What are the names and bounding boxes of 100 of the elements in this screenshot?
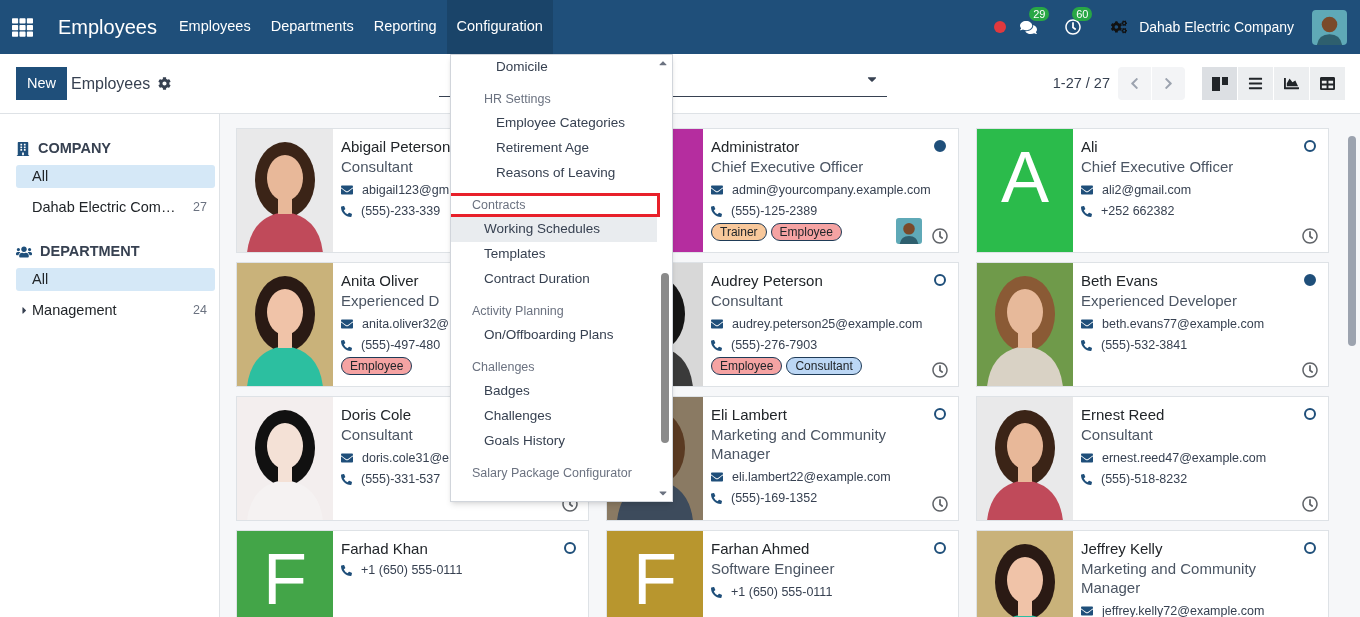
job-title: Consultant <box>711 291 783 310</box>
avatar-letter: F <box>263 543 307 615</box>
kanban-icon <box>1211 76 1228 91</box>
employee-email: audrey.peterson25@example.com <box>732 315 923 333</box>
phone-icon <box>711 205 722 217</box>
filter-count: 27 <box>193 199 207 217</box>
app-title[interactable]: Employees <box>58 12 157 42</box>
employee-name: Farhad Khan <box>341 539 428 559</box>
clock-icon[interactable] <box>1302 362 1318 378</box>
employee-email: ernest.reed47@example.com <box>1102 449 1267 467</box>
filter-section-title: COMPANY <box>38 139 112 159</box>
phone-icon <box>341 205 352 217</box>
phone-icon <box>1081 339 1092 351</box>
new-button[interactable]: New <box>16 67 67 100</box>
menu-section-header: Challenges <box>471 358 536 376</box>
employee-phone: +1 (650) 555-0111 <box>731 583 833 601</box>
employee-email: ali2@gmail.com <box>1102 181 1192 199</box>
phone-icon <box>711 586 722 598</box>
nav-menu-item[interactable]: Departments <box>260 0 364 54</box>
filter-label: Dahab Electric Com… <box>32 197 177 217</box>
job-title: Software Engineer <box>711 559 835 578</box>
clock-icon[interactable] <box>932 362 948 378</box>
employee-email: jeffrey.kelly72@example.com <box>1102 602 1265 617</box>
filter-count: 24 <box>193 302 207 320</box>
employee-card[interactable]: Jeffrey Kelly Marketing and Community Manager jeffrey.kelly72@example.com <box>976 530 1329 617</box>
employee-phone: (555)-518-8232 <box>1101 470 1188 488</box>
envelope-icon <box>341 452 353 464</box>
envelope-icon <box>1081 184 1093 196</box>
nav-menu-item[interactable]: Reporting <box>363 0 447 54</box>
employee-card[interactable]: Beth Evans Experienced Developer beth.evans77@example.com (555)-532-3841 <box>976 262 1329 387</box>
view-switch-button[interactable] <box>1202 67 1237 100</box>
job-title: Experienced Developer <box>1081 291 1237 310</box>
list-icon <box>1248 76 1263 91</box>
nav-menu-item[interactable]: Employees <box>168 0 261 54</box>
filter-label: All <box>32 166 50 186</box>
employee-name: Farhan Ahmed <box>711 539 810 559</box>
menu-section-header: HR Settings <box>483 90 552 108</box>
scrollbar[interactable] <box>1348 136 1356 346</box>
view-switch-button[interactable] <box>1238 67 1273 100</box>
breadcrumb-title: Employees <box>71 73 151 94</box>
view-switch-button[interactable] <box>1274 67 1309 100</box>
filter-item[interactable]: All <box>16 165 215 188</box>
clock-icon[interactable] <box>932 496 948 512</box>
company-switcher[interactable]: Dahab Electric Company <box>1139 16 1294 38</box>
phone-icon <box>1081 473 1092 485</box>
activity-count-badge: 60 <box>1072 7 1093 21</box>
employee-phone: (555)-169-1352 <box>731 489 818 507</box>
nav-menu-item[interactable]: Configuration <box>446 0 553 54</box>
users-icon <box>16 244 32 260</box>
menu-scrollbar[interactable] <box>661 273 669 443</box>
avatar-letter: A <box>1001 141 1049 213</box>
employee-name: Jeffrey Kelly <box>1081 539 1163 559</box>
employee-card[interactable]: F Farhad Khan +1 (650) 555-0111 <box>236 530 589 617</box>
phone-icon <box>341 473 352 485</box>
clock-icon[interactable] <box>1302 496 1318 512</box>
employee-card[interactable]: F Farhan Ahmed Software Engineer +1 (650) 555-0111 <box>606 530 959 617</box>
activity-icon[interactable] <box>1065 19 1082 35</box>
menu-item[interactable]: Domicile <box>451 55 657 80</box>
filter-label: All <box>32 269 50 289</box>
employee-phone: (555)-532-3841 <box>1101 336 1188 354</box>
employee-email: eli.lambert22@example.com <box>732 468 891 486</box>
view-switch-button[interactable] <box>1310 67 1345 100</box>
job-title: Consultant <box>341 425 413 444</box>
employee-name: Eli Lambert <box>711 405 787 425</box>
job-title: Consultant <box>1081 425 1153 444</box>
envelope-icon <box>711 471 723 483</box>
employee-name: Beth Evans <box>1081 271 1158 291</box>
filter-item[interactable]: Dahab Electric Com… 27 <box>16 196 215 219</box>
tag: Trainer <box>711 223 767 241</box>
employee-email: abigail123@gm <box>362 181 450 199</box>
menu-item[interactable]: Working Schedules <box>451 217 657 242</box>
filter-item[interactable]: Management 24 <box>16 299 215 322</box>
tag: Employee <box>711 357 783 375</box>
filter-item[interactable]: All <box>16 268 215 291</box>
phone-icon <box>711 492 722 504</box>
chat-icon[interactable] <box>1020 18 1038 36</box>
envelope-icon <box>711 184 723 196</box>
app-menu-icon[interactable] <box>12 16 33 38</box>
phone-icon <box>1081 205 1092 217</box>
employee-email: doris.cole31@e <box>362 449 450 467</box>
tag: Consultant <box>786 357 862 375</box>
phone-icon <box>341 564 352 576</box>
employee-email: beth.evans77@example.com <box>1102 315 1265 333</box>
tag: Employee <box>341 357 413 375</box>
employee-phone: (555)-276-7903 <box>731 336 818 354</box>
employee-phone: (555)-125-2389 <box>731 202 818 220</box>
envelope-icon <box>1081 452 1093 464</box>
employee-email: admin@yourcompany.example.com <box>732 181 931 199</box>
employee-phone: +1 (650) 555-0111 <box>361 561 463 579</box>
envelope-icon <box>341 318 353 330</box>
clock-icon[interactable] <box>932 228 948 244</box>
employee-card[interactable]: A Ali Chief Executive Officer ali2@gmail.com +252 662382 <box>976 128 1329 253</box>
clock-icon[interactable] <box>1302 228 1318 244</box>
envelope-icon <box>1081 318 1093 330</box>
avatar <box>1312 9 1347 45</box>
settings-icon[interactable] <box>158 77 172 90</box>
employee-card[interactable]: Ernest Reed Consultant ernest.reed47@example.com (555)-518-8232 <box>976 396 1329 521</box>
employee-name: Ernest Reed <box>1081 405 1165 425</box>
job-title: Consultant <box>341 157 413 176</box>
employee-phone: (555)-233-339 <box>361 202 441 220</box>
